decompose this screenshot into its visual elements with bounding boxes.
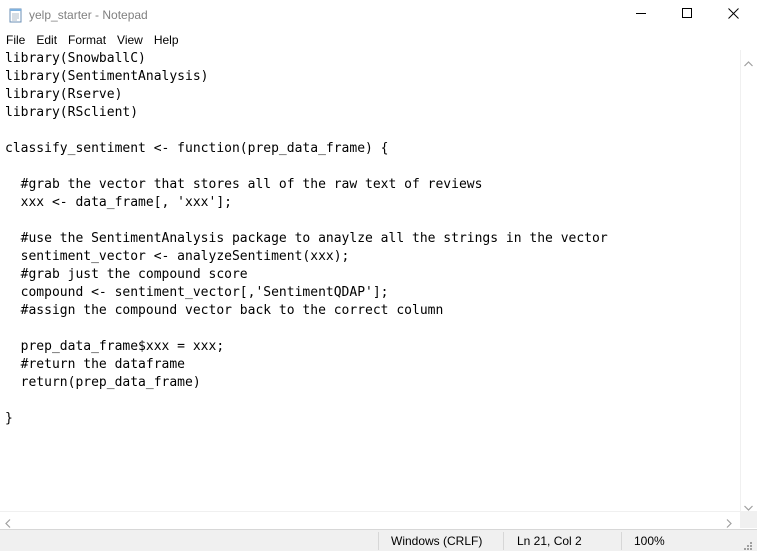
menu-view[interactable]: View: [111, 30, 148, 50]
code-line: classify_sentiment <- function(prep_data…: [5, 141, 389, 156]
cursor-position-status: Ln 21, Col 2: [517, 534, 582, 548]
status-divider: [621, 532, 622, 550]
code-line: #assign the compound vector back to the …: [5, 303, 444, 318]
code-line: library(Rserve): [5, 87, 123, 102]
code-text[interactable]: library(SnowballC) library(SentimentAnaly…: [0, 50, 740, 428]
code-line: library(RSclient): [5, 105, 139, 120]
horizontal-scrollbar[interactable]: [0, 511, 740, 529]
notepad-window: yelp_starter - Notepad File Edit Format …: [0, 0, 757, 551]
title-bar[interactable]: yelp_starter - Notepad: [0, 0, 757, 30]
code-line: }: [5, 411, 13, 426]
text-editor-area[interactable]: library(SnowballC) library(SentimentAnaly…: [0, 50, 740, 511]
resize-grip-icon[interactable]: [743, 538, 753, 556]
notepad-icon: [9, 7, 23, 23]
window-title: yelp_starter - Notepad: [29, 8, 148, 22]
scroll-up-arrow-icon[interactable]: [744, 54, 753, 72]
menu-help[interactable]: Help: [148, 30, 184, 50]
code-line: library(SnowballC): [5, 51, 146, 66]
status-bar: Windows (CRLF) Ln 21, Col 2 100%: [0, 529, 757, 551]
code-line: #grab the vector that stores all of the …: [5, 177, 483, 192]
code-line: return(prep_data_frame): [5, 375, 201, 390]
line-ending-status: Windows (CRLF): [391, 534, 483, 548]
status-divider: [503, 532, 504, 550]
code-line: sentiment_vector <- analyzeSentiment(xxx…: [5, 249, 350, 264]
vertical-scrollbar[interactable]: [740, 50, 757, 511]
minimize-button[interactable]: [618, 0, 664, 30]
code-line: #return the dataframe: [5, 357, 186, 372]
code-line: compound <- sentiment_vector[,'Sentiment…: [5, 285, 389, 300]
code-line: #grab just the compound score: [5, 267, 248, 282]
maximize-icon: [681, 6, 693, 24]
scrollbar-corner: [740, 511, 757, 528]
menu-file[interactable]: File: [0, 30, 30, 50]
code-line: xxx <- data_frame[, 'xxx'];: [5, 195, 232, 210]
menu-format[interactable]: Format: [62, 30, 111, 50]
menu-bar: File Edit Format View Help: [0, 30, 757, 50]
maximize-button[interactable]: [664, 0, 710, 30]
close-icon: [727, 6, 739, 24]
minimize-icon: [635, 6, 647, 24]
close-button[interactable]: [710, 0, 756, 30]
menu-edit[interactable]: Edit: [30, 30, 62, 50]
code-line: #use the SentimentAnalysis package to an…: [5, 231, 608, 246]
code-line: library(SentimentAnalysis): [5, 69, 209, 84]
code-line: prep_data_frame$xxx = xxx;: [5, 339, 225, 354]
status-divider: [378, 532, 379, 550]
zoom-level-status: 100%: [634, 534, 665, 548]
